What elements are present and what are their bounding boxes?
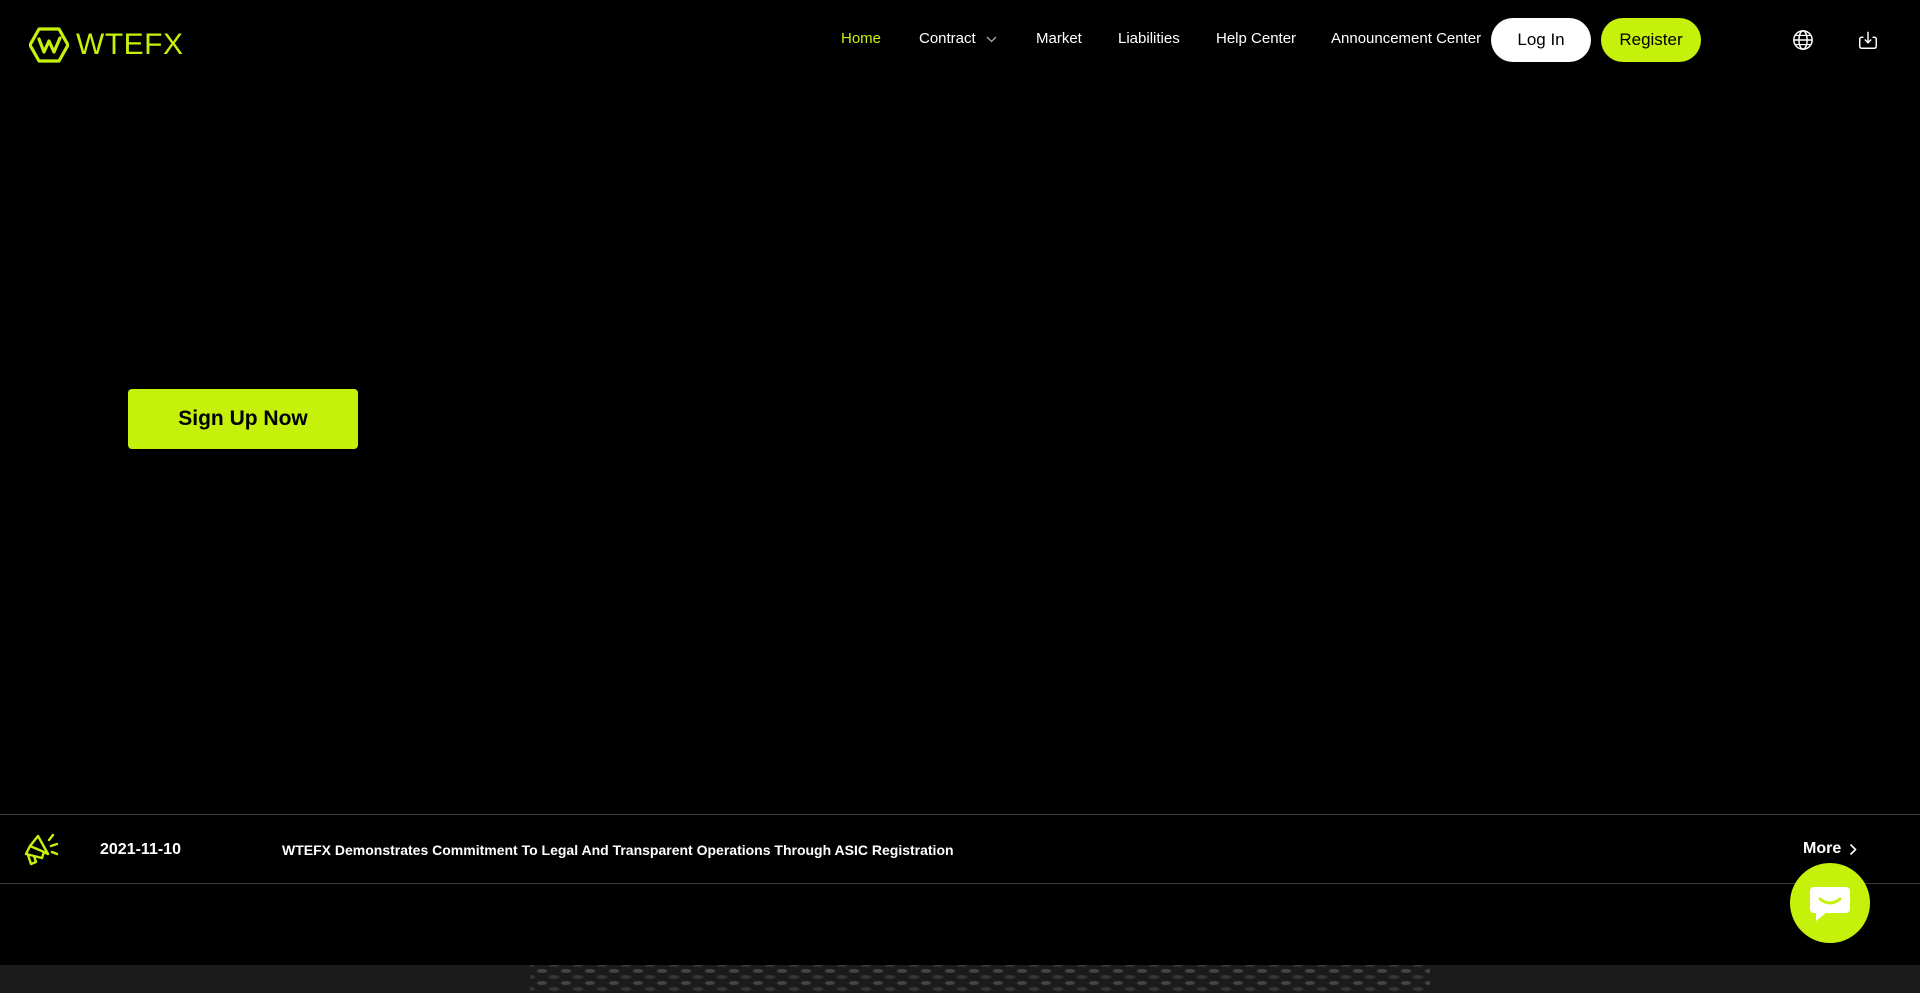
announcement-date: 2021-11-10	[100, 841, 181, 858]
download-icon	[1859, 31, 1877, 49]
sign-up-now-button[interactable]: Sign Up Now	[128, 389, 358, 449]
megaphone-icon	[24, 833, 59, 866]
brand-name: WTEFX	[76, 28, 184, 61]
bottom-banner-strip	[0, 965, 1920, 993]
nav-item-help-center[interactable]: Help Center	[1216, 30, 1296, 48]
nav-item-announcement-center[interactable]: Announcement Center	[1331, 30, 1481, 48]
announcement-bar: 2021-11-10 WTEFX Demonstrates Commitment…	[0, 814, 1920, 884]
nav-item-contract-label: Contract	[919, 30, 976, 47]
nav-item-home[interactable]: Home	[841, 30, 881, 48]
language-button[interactable]	[1791, 28, 1815, 52]
chevron-right-icon	[1850, 843, 1857, 855]
globe-icon	[1793, 30, 1813, 50]
nav-item-contract[interactable]: Contract	[919, 30, 997, 48]
brand-logo[interactable]: WTEFX	[29, 27, 184, 63]
hexagon-w-logo-icon	[29, 27, 69, 63]
announcement-title[interactable]: WTEFX Demonstrates Commitment To Legal A…	[282, 842, 954, 858]
top-header: WTEFX Home Contract Market Liabilities H…	[0, 0, 1920, 80]
announcement-more-label: More	[1803, 840, 1842, 857]
download-app-button[interactable]	[1856, 28, 1880, 52]
login-button[interactable]: Log In	[1491, 18, 1591, 62]
bottom-banner-texture	[530, 965, 1430, 993]
nav-item-market[interactable]: Market	[1036, 30, 1082, 48]
chat-bubble-icon	[1810, 887, 1850, 921]
register-button[interactable]: Register	[1601, 18, 1701, 62]
live-chat-button[interactable]	[1790, 863, 1870, 943]
chevron-down-icon	[986, 36, 997, 42]
nav-item-liabilities[interactable]: Liabilities	[1118, 30, 1180, 48]
announcement-more-link[interactable]: More	[1803, 840, 1857, 858]
